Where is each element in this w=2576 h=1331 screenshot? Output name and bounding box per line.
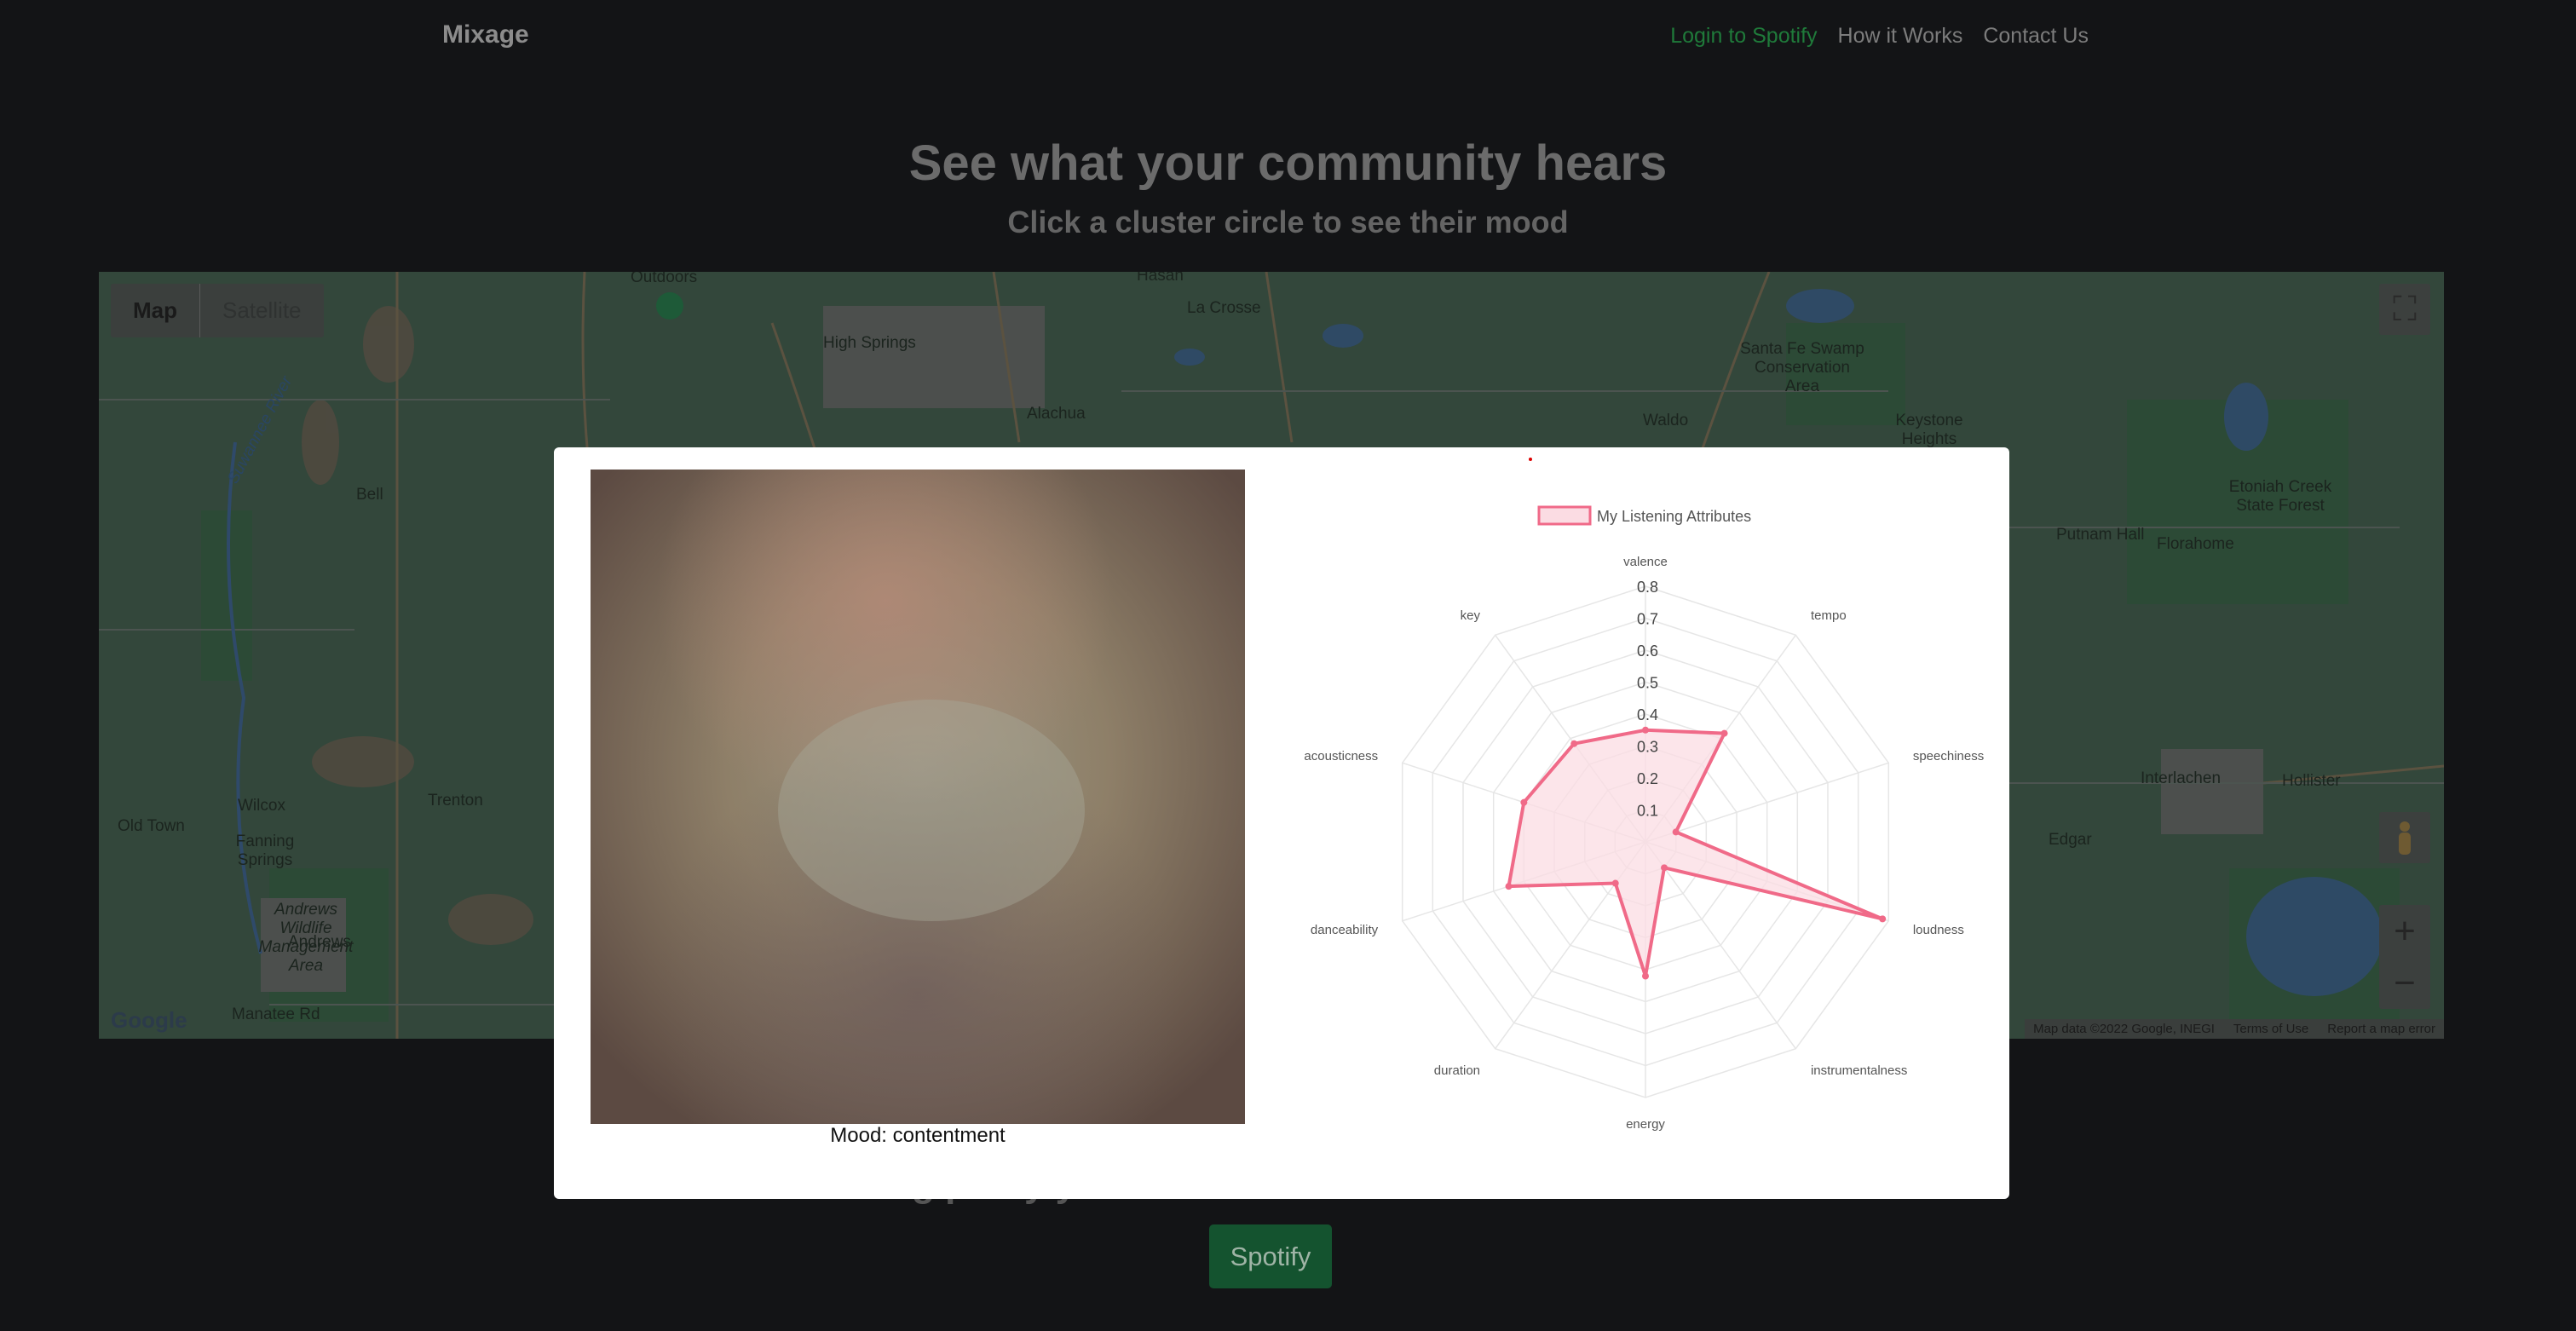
map-label: Putnam Hall	[2056, 526, 2145, 544]
radar-data-point	[1879, 915, 1887, 923]
report-error-link[interactable]: Report a map error	[2327, 1022, 2435, 1036]
nav-links: Login to Spotify How it Works Contact Us	[1670, 24, 2089, 49]
mood-image	[591, 470, 1245, 1124]
map-label: Hollister	[2282, 772, 2341, 790]
map-label: Florahome	[2157, 535, 2234, 553]
map-label: Keystone Heights	[1895, 412, 1963, 448]
radar-tick-label: 0.1	[1637, 803, 1658, 820]
map-label: Fanning Springs	[235, 833, 295, 869]
map-label: Outdoors	[631, 272, 698, 286]
radar-axis-label: energy	[1626, 1117, 1665, 1132]
zoom-in-icon[interactable]: +	[2379, 905, 2430, 957]
map-footer: Map data ©2022 Google, INEGI Terms of Us…	[2025, 1019, 2444, 1039]
map-label: High Springs	[823, 334, 916, 352]
radar-data-point	[1642, 726, 1649, 734]
brand-logo[interactable]: Mixage	[442, 20, 529, 49]
mood-label: Mood: contentment	[830, 1124, 1006, 1147]
radar-axis-label: speechiness	[1913, 749, 1984, 763]
radar-data-point	[1720, 729, 1728, 737]
map-label: Old Town	[118, 817, 185, 835]
fullscreen-icon[interactable]: ⛶	[2379, 284, 2430, 335]
map-label: La Crosse	[1187, 299, 1261, 317]
page-title: See what your community hears	[908, 135, 1668, 191]
radar-tick-label: 0.4	[1637, 706, 1658, 723]
legend-swatch	[1537, 505, 1592, 526]
navbar: Mixage Login to Spotify How it Works Con…	[0, 0, 2576, 75]
radar-tick-label: 0.3	[1637, 739, 1658, 756]
map-type-satellite-button[interactable]: Satellite	[199, 284, 324, 337]
map-label: Etoniah Creek State Forest	[2228, 478, 2332, 515]
radar-axis-label: valence	[1623, 555, 1668, 569]
map-label: Alachua	[1027, 405, 1086, 423]
map-label: Hasan	[1137, 272, 1184, 285]
map-label: Waldo	[1643, 412, 1689, 429]
radar-axis-label: key	[1461, 608, 1481, 623]
radar-series-area	[1507, 728, 1883, 977]
radar-axis-label: acousticness	[1304, 749, 1378, 763]
radar-chart: 0.1 0.2 0.3 0.4 0.5 0.6 0.7 0.8 valence tempo spee…	[1304, 505, 1984, 1132]
terms-link[interactable]: Terms of Use	[2233, 1022, 2308, 1036]
radar-axis-label: danceability	[1311, 923, 1379, 937]
radar-axis-label: loudness	[1913, 923, 1964, 937]
map-label: Andrews	[288, 933, 351, 951]
radar-tick-label: 0.6	[1637, 642, 1658, 660]
map-data-attribution: Map data ©2022 Google, INEGI	[2033, 1022, 2215, 1036]
how-it-works-link[interactable]: How it Works	[1838, 24, 1963, 49]
mood-modal: Mood: contentment 0.1 0.2 0.3 0.4 0.5 0.6 0.7 0…	[554, 447, 2009, 1199]
pegman-icon[interactable]	[2379, 812, 2430, 863]
page-subtitle: Click a cluster circle to see their mood	[1007, 205, 1569, 239]
radar-axis-label: tempo	[1811, 608, 1847, 623]
zoom-control: + −	[2379, 905, 2430, 1009]
login-spotify-link[interactable]: Login to Spotify	[1670, 24, 1817, 49]
radar-data-point	[1570, 740, 1578, 747]
map-label: Manatee Rd	[232, 1005, 320, 1023]
marker-dot	[1529, 458, 1532, 461]
radar-data-point	[1520, 798, 1528, 806]
radar-data-point	[1642, 972, 1649, 980]
contact-us-link[interactable]: Contact Us	[1983, 24, 2089, 49]
radar-axis-label: duration	[1434, 1063, 1480, 1078]
map-type-control: Map Satellite	[111, 284, 324, 337]
radar-tick-label: 0.7	[1637, 611, 1658, 628]
zoom-out-icon[interactable]: −	[2379, 957, 2430, 1009]
radar-tick-label: 0.8	[1637, 579, 1658, 596]
map-label: Wilcox	[238, 797, 285, 815]
google-logo: Google	[111, 1007, 187, 1033]
spotify-button[interactable]: Spotify	[1209, 1224, 1332, 1288]
legend-label: My Listening Attributes	[1597, 508, 1751, 525]
map-label: Bell	[356, 486, 383, 504]
radar-axis-label: instrumentalness	[1811, 1063, 1907, 1078]
radar-data-point	[1611, 879, 1619, 887]
radar-data-point	[1661, 864, 1668, 872]
map-type-map-button[interactable]: Map	[111, 284, 199, 337]
radar-tick-label: 0.5	[1637, 675, 1658, 692]
map-label: Trenton	[428, 792, 483, 810]
radar-data-point	[1505, 883, 1513, 890]
map-label: Edgar	[2049, 831, 2092, 849]
map-label: Interlachen	[2141, 769, 2222, 787]
radar-tick-label: 0.2	[1637, 770, 1658, 787]
radar-data-point	[1672, 828, 1680, 836]
map-label: Santa Fe Swamp Conservation Area	[1740, 340, 1864, 395]
